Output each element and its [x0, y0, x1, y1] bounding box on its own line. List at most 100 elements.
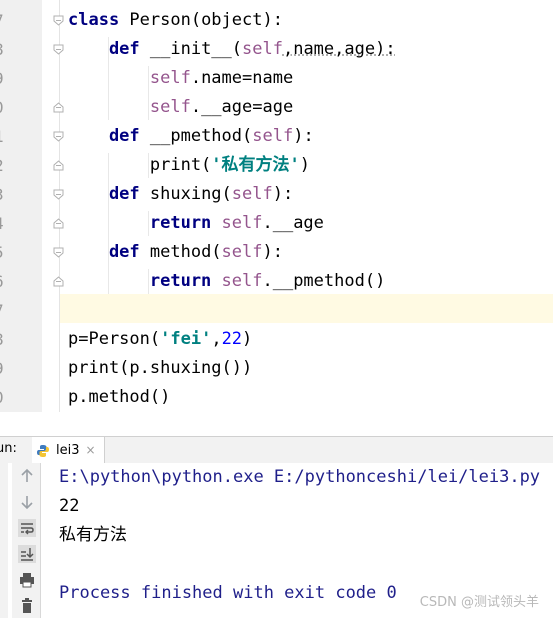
console-line: Process finished with exit code 0 [59, 583, 397, 603]
run-toolbar [12, 463, 41, 618]
code-token: method( [139, 242, 222, 262]
code-token: Person(object): [119, 10, 283, 30]
line-number: 0 [0, 383, 8, 412]
fold-end-icon[interactable] [53, 160, 64, 171]
code-token: def [68, 184, 140, 204]
code-line[interactable]: self.__age=age [68, 93, 293, 122]
code-line[interactable]: self.name=name [68, 64, 293, 93]
current-line-highlight [60, 294, 553, 323]
code-line[interactable]: p.method() [68, 383, 170, 412]
code-line[interactable]: print('私有方法') [68, 151, 310, 180]
code-token: ,name,age): [282, 39, 396, 59]
console-line: 私有方法 [59, 525, 127, 545]
line-number: 0 [0, 93, 8, 122]
code-token: ) [242, 329, 253, 349]
fold-end-icon[interactable] [53, 102, 64, 113]
code-token: p.method() [68, 387, 171, 407]
indent-guide [108, 37, 109, 120]
fold-column [42, 0, 60, 412]
code-token: def [68, 39, 140, 59]
fold-end-icon[interactable] [53, 218, 64, 229]
line-number-gutter: 78901234567890 [0, 0, 42, 412]
code-token: self [211, 271, 263, 291]
code-token: print( [68, 155, 212, 175]
line-number: 3 [0, 180, 8, 209]
line-number: 2 [0, 151, 8, 180]
code-token: p=Person( [68, 329, 161, 349]
code-token: self [211, 213, 263, 233]
code-token: self [231, 184, 273, 204]
fold-collapse-icon[interactable] [53, 15, 64, 26]
indent-guide [148, 269, 149, 294]
code-token: __init__( [139, 39, 243, 59]
code-token: 22 [221, 329, 243, 349]
fold-collapse-icon[interactable] [53, 131, 64, 142]
line-number: 1 [0, 122, 8, 151]
gutter-separator [59, 0, 60, 412]
fold-end-icon[interactable] [53, 276, 64, 287]
code-line[interactable]: print(p.shuxing()) [68, 354, 252, 383]
soft-wrap-icon[interactable] [18, 519, 36, 537]
code-token: class [68, 10, 120, 30]
fold-collapse-icon[interactable] [53, 247, 64, 258]
code-editor[interactable]: 78901234567890 class Person(object): def… [0, 0, 553, 412]
code-token: self [68, 97, 191, 117]
line-number: 7 [0, 6, 8, 35]
code-line[interactable]: return self.__pmethod() [68, 267, 385, 296]
code-line[interactable]: def shuxing(self): [68, 180, 293, 209]
code-token: shuxing( [139, 184, 232, 204]
print-icon[interactable] [18, 571, 36, 589]
trash-icon[interactable] [18, 597, 36, 615]
run-tab-lei3[interactable]: lei3 × [32, 437, 105, 463]
code-line[interactable]: return self.__age [68, 209, 324, 238]
code-token: '私有方法' [211, 155, 300, 175]
code-line[interactable]: def __pmethod(self): [68, 122, 314, 151]
rerun-up-icon[interactable] [18, 467, 36, 485]
code-token: .__pmethod() [262, 271, 386, 291]
fold-collapse-icon[interactable] [53, 44, 64, 55]
rerun-down-icon[interactable] [18, 493, 36, 511]
run-console-panel: E:\python\python.exe E:/pythonceshi/lei/… [0, 463, 553, 618]
python-file-icon [36, 443, 50, 457]
code-line[interactable]: p=Person('fei',22) [68, 325, 252, 354]
code-token: 'fei' [160, 329, 212, 349]
line-number: 9 [0, 64, 8, 93]
code-token: .name=name [190, 68, 294, 88]
code-token: , [211, 329, 222, 349]
scroll-to-end-icon[interactable] [18, 545, 36, 563]
code-token: def [68, 126, 140, 146]
code-token: return [68, 213, 212, 233]
code-line[interactable]: class Person(object): [68, 6, 283, 35]
console-line: 22 [59, 496, 80, 516]
code-line[interactable]: def method(self): [68, 238, 283, 267]
run-tab-label: lei3 [56, 442, 80, 458]
code-token: ): [293, 126, 314, 146]
indent-guide [148, 66, 149, 120]
indent-guide [148, 153, 149, 178]
run-panel-header: un: lei3 × [0, 436, 553, 464]
code-line[interactable]: def __init__(self,name,age): [68, 35, 396, 64]
line-number: 4 [0, 209, 8, 238]
code-token: self [68, 68, 191, 88]
line-number: 8 [0, 325, 8, 354]
code-token: return [68, 271, 212, 291]
line-number: 5 [0, 238, 8, 267]
close-icon[interactable]: × [86, 443, 96, 457]
code-token: def [68, 242, 140, 262]
indent-guide [108, 153, 109, 294]
code-token: .__age=age [190, 97, 294, 117]
code-token: self [252, 126, 294, 146]
console-line: E:\python\python.exe E:/pythonceshi/lei/… [59, 467, 541, 487]
line-number: 9 [0, 354, 8, 383]
line-number: 7 [0, 296, 8, 325]
watermark: CSDN @测试领头羊 [419, 595, 539, 610]
code-token: print(p.shuxing()) [68, 358, 253, 378]
code-token: self [221, 242, 263, 262]
code-token: ) [299, 155, 311, 175]
code-token: self [242, 39, 283, 59]
line-number: 8 [0, 35, 8, 64]
code-token: ): [262, 242, 283, 262]
fold-collapse-icon[interactable] [53, 189, 64, 200]
run-panel-title: un: [0, 441, 17, 456]
code-token: ): [272, 184, 294, 204]
